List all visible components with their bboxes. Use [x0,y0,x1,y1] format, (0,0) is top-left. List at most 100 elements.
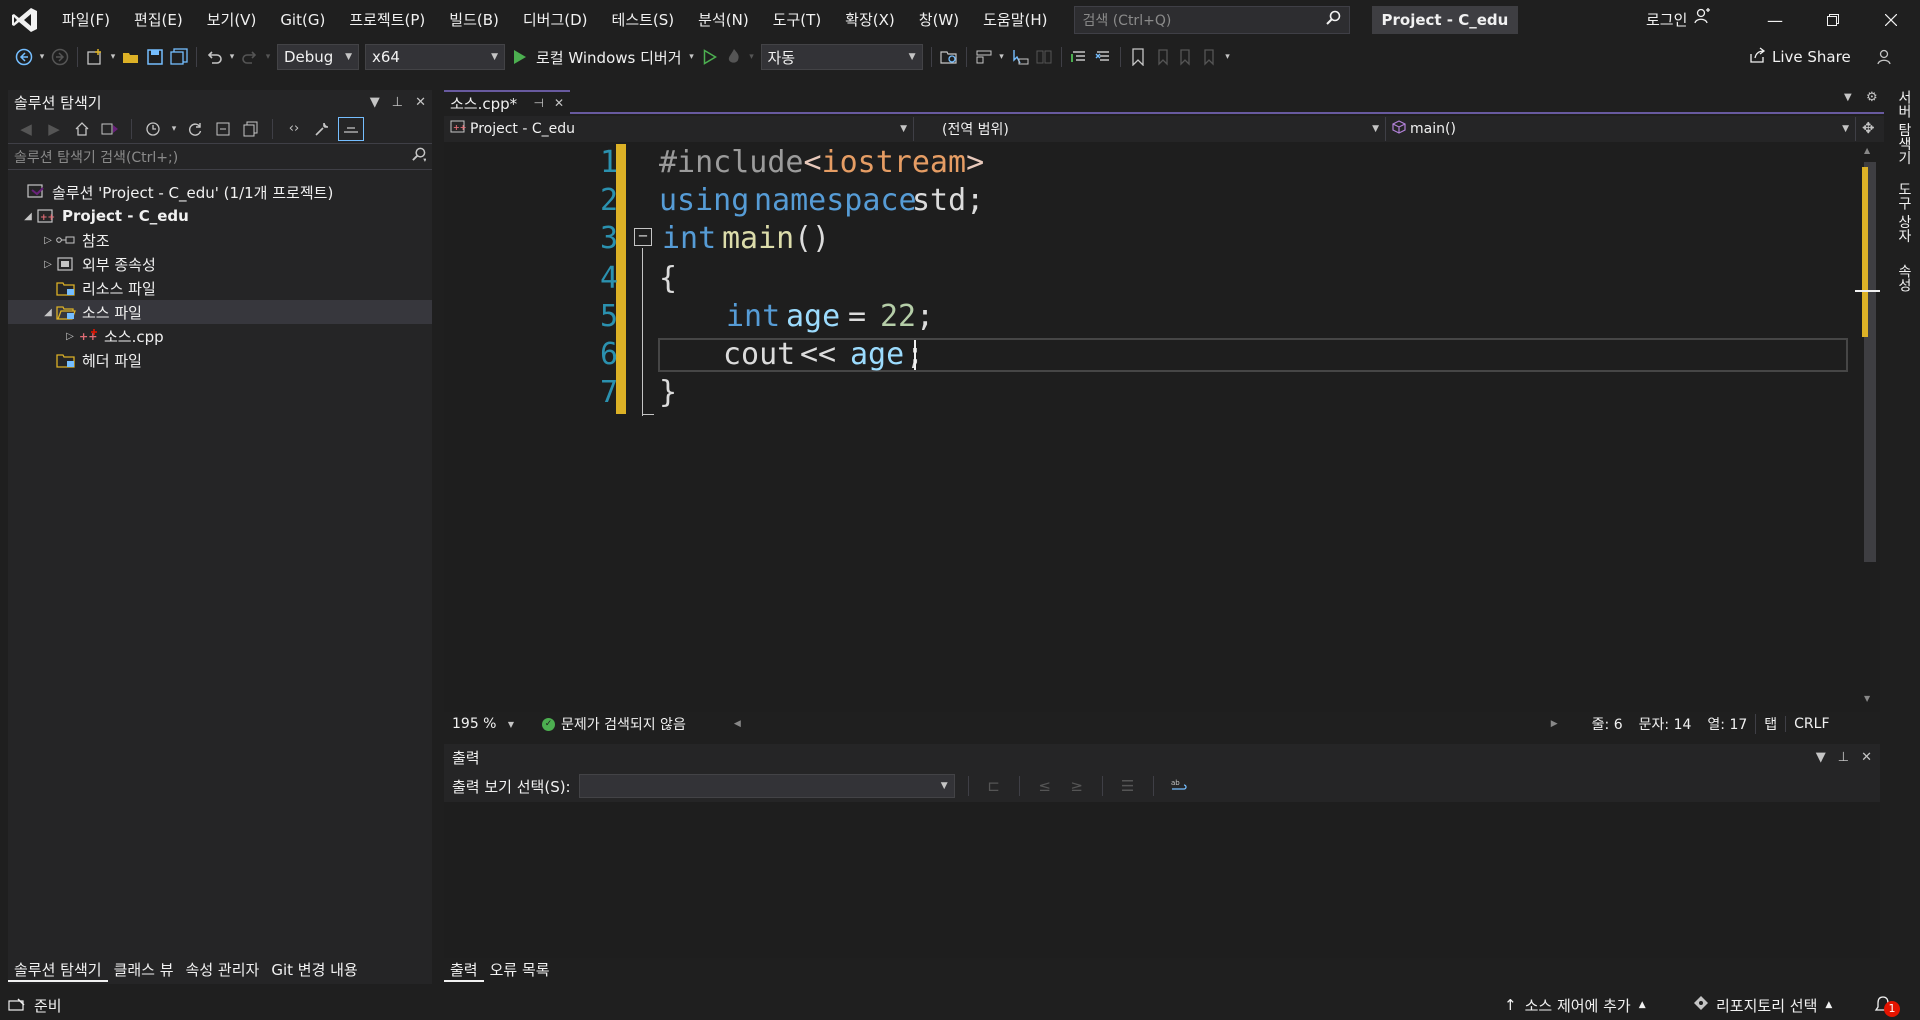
tab-git-changes[interactable]: Git 변경 내용 [265,958,363,982]
expanded-icon[interactable]: ◢ [20,211,36,222]
platform-select[interactable]: x64 ▼ [365,44,505,70]
clear-all-icon[interactable]: ☰ [1116,774,1140,798]
split-window-icon[interactable]: ✥ [1862,119,1875,137]
menu-help[interactable]: 도움말(H) [971,0,1059,40]
start-debugging-icon[interactable] [508,45,532,69]
compare-icon[interactable] [1032,45,1056,69]
tab-server-explorer[interactable]: 서버 탐색기 [1894,90,1914,164]
bookmark-icon[interactable] [1126,45,1150,69]
menu-project[interactable]: 프로젝트(P) [337,0,437,40]
undo-dropdown-icon[interactable]: ▾ [226,45,238,69]
scroll-down-icon[interactable]: ▼ [1864,694,1870,703]
tab-toolbox[interactable]: 도구 상자 [1894,182,1914,242]
menu-extensions[interactable]: 확장(X) [833,0,907,40]
forward-icon[interactable]: ▶ [42,117,66,141]
pin-tab-icon[interactable]: ⊣ [533,96,543,110]
editor-vertical-scrollbar[interactable]: ▲ ▼ [1855,142,1880,712]
expanded-icon[interactable]: ◢ [40,307,56,318]
menu-analyze[interactable]: 분석(N) [686,0,761,40]
cursor-select-icon[interactable] [1008,45,1032,69]
nav-member-select[interactable]: main() ▼ [1386,117,1856,141]
pending-changes-filter-icon[interactable] [141,117,165,141]
next-bookmark-icon[interactable] [1174,45,1198,69]
settings-gear-icon[interactable]: ⚙ [1866,90,1878,105]
search-input[interactable]: 검색 (Ctrl+Q) [1073,6,1350,34]
tree-item-external-deps[interactable]: ▷ 외부 종속성 [8,252,432,276]
menu-test[interactable]: 테스트(S) [600,0,687,40]
tab-class-view[interactable]: 클래스 뷰 [108,958,180,982]
view-code-icon[interactable]: ‹› [282,117,306,141]
issues-indicator[interactable]: ✓ 문제가 검색되지 않음 [534,714,694,734]
menu-file[interactable]: 파일(F) [50,0,122,40]
solution-explorer-sync-icon[interactable] [937,45,961,69]
pin-icon[interactable]: ⊥ [392,95,403,110]
find-message-icon[interactable]: ⊏ [982,774,1006,798]
tabs-indicator[interactable]: 탭 [1755,714,1785,734]
tree-item-source-cpp[interactable]: ▷ ++ 소스.cpp [8,324,432,348]
char-indicator[interactable]: 문자: 14 [1631,714,1700,734]
next-message-icon[interactable]: ≥ [1065,774,1089,798]
collapsed-icon[interactable]: ▷ [62,331,78,342]
menu-view[interactable]: 보기(V) [195,0,269,40]
tab-properties[interactable]: 속성 [1894,264,1914,292]
previous-message-icon[interactable]: ≤ [1033,774,1057,798]
solution-search-input[interactable]: 솔루션 탐색기 검색(Ctrl+;) ▾ [8,144,432,170]
tab-property-manager[interactable]: 속성 관리자 [180,958,266,982]
switch-views-icon[interactable] [98,117,122,141]
add-to-source-control-button[interactable]: ↑ 소스 제어에 추가 ▲ [1504,990,1646,1020]
nav-project-select[interactable]: ++ Project - C_edu ▼ [444,117,914,141]
new-project-icon[interactable] [83,45,107,69]
close-window-button[interactable] [1862,0,1920,40]
debug-target-dropdown-icon[interactable]: ▾ [686,45,698,69]
menu-tools[interactable]: 도구(T) [761,0,833,40]
menu-debug[interactable]: 디버그(D) [511,0,600,40]
preview-selected-items-icon[interactable] [338,116,364,141]
start-debugger-button[interactable]: 로컬 Windows 디버거 [536,47,682,68]
select-repository-button[interactable]: 리포지토리 선택 ▲ [1694,990,1832,1020]
live-share-button[interactable]: Live Share [1748,44,1851,70]
redo-icon[interactable] [238,45,262,69]
panel-options-icon[interactable]: ▼ [370,95,380,110]
collapsed-icon[interactable]: ▷ [40,235,56,246]
layout-icon[interactable] [972,45,996,69]
feedback-person-icon[interactable] [1872,45,1896,69]
output-content[interactable] [444,802,1880,958]
tree-item-references[interactable]: ▷ 참조 [8,228,432,252]
panel-options-icon[interactable]: ▼ [1816,750,1826,765]
tree-item-solution[interactable]: 솔루션 'Project - C_edu' (1/1개 프로젝트) [8,180,432,204]
navigate-forward-icon[interactable] [48,45,72,69]
zoom-select[interactable]: 195 % ▼ [444,716,522,732]
hot-reload-icon[interactable] [722,45,746,69]
close-icon[interactable]: ✕ [415,95,426,110]
new-dropdown-icon[interactable]: ▾ [107,45,119,69]
scroll-up-icon[interactable]: ▲ [1864,146,1870,155]
hot-reload-dropdown-icon[interactable]: ▾ [746,45,758,69]
minimize-button[interactable]: — [1746,0,1804,40]
home-icon[interactable] [70,117,94,141]
nav-scope-select[interactable]: (전역 범위) ▼ [914,117,1386,141]
tab-error-list[interactable]: 오류 목록 [484,958,556,982]
column-indicator[interactable]: 열: 17 [1699,714,1755,734]
line-ending-indicator[interactable]: CRLF [1785,716,1837,732]
tab-solution-explorer[interactable]: 솔루션 탐색기 [8,958,108,982]
menu-build[interactable]: 빌드(B) [437,0,511,40]
output-source-select[interactable]: ▼ [578,774,955,798]
redo-dropdown-icon[interactable]: ▾ [262,45,274,69]
previous-bookmark-icon[interactable] [1150,45,1174,69]
back-dropdown-icon[interactable]: ▾ [36,45,48,69]
tab-source-cpp[interactable]: 소스.cpp* ⊣ ✕ [444,90,570,114]
configuration-select[interactable]: Debug ▼ [277,44,359,70]
tab-list-dropdown-icon[interactable]: ▼ [1844,92,1852,103]
login-button[interactable]: 로그인 [1646,0,1711,40]
close-icon[interactable]: ✕ [1861,750,1872,765]
toolbar-overflow-icon[interactable]: ▾ [1222,45,1234,69]
menu-git[interactable]: Git(G) [268,0,337,40]
uncomment-lines-icon[interactable] [1091,45,1115,69]
navigate-back-icon[interactable] [12,45,36,69]
menu-edit[interactable]: 편집(E) [122,0,195,40]
tree-item-project[interactable]: ◢ ++ Project - C_edu [8,204,432,228]
clear-bookmarks-icon[interactable] [1198,45,1222,69]
code-editor[interactable]: − 1 #include<iostream> 2 using namespace… [444,142,1860,712]
refresh-icon[interactable] [183,117,207,141]
line-indicator[interactable]: 줄: 6 [1584,714,1631,734]
